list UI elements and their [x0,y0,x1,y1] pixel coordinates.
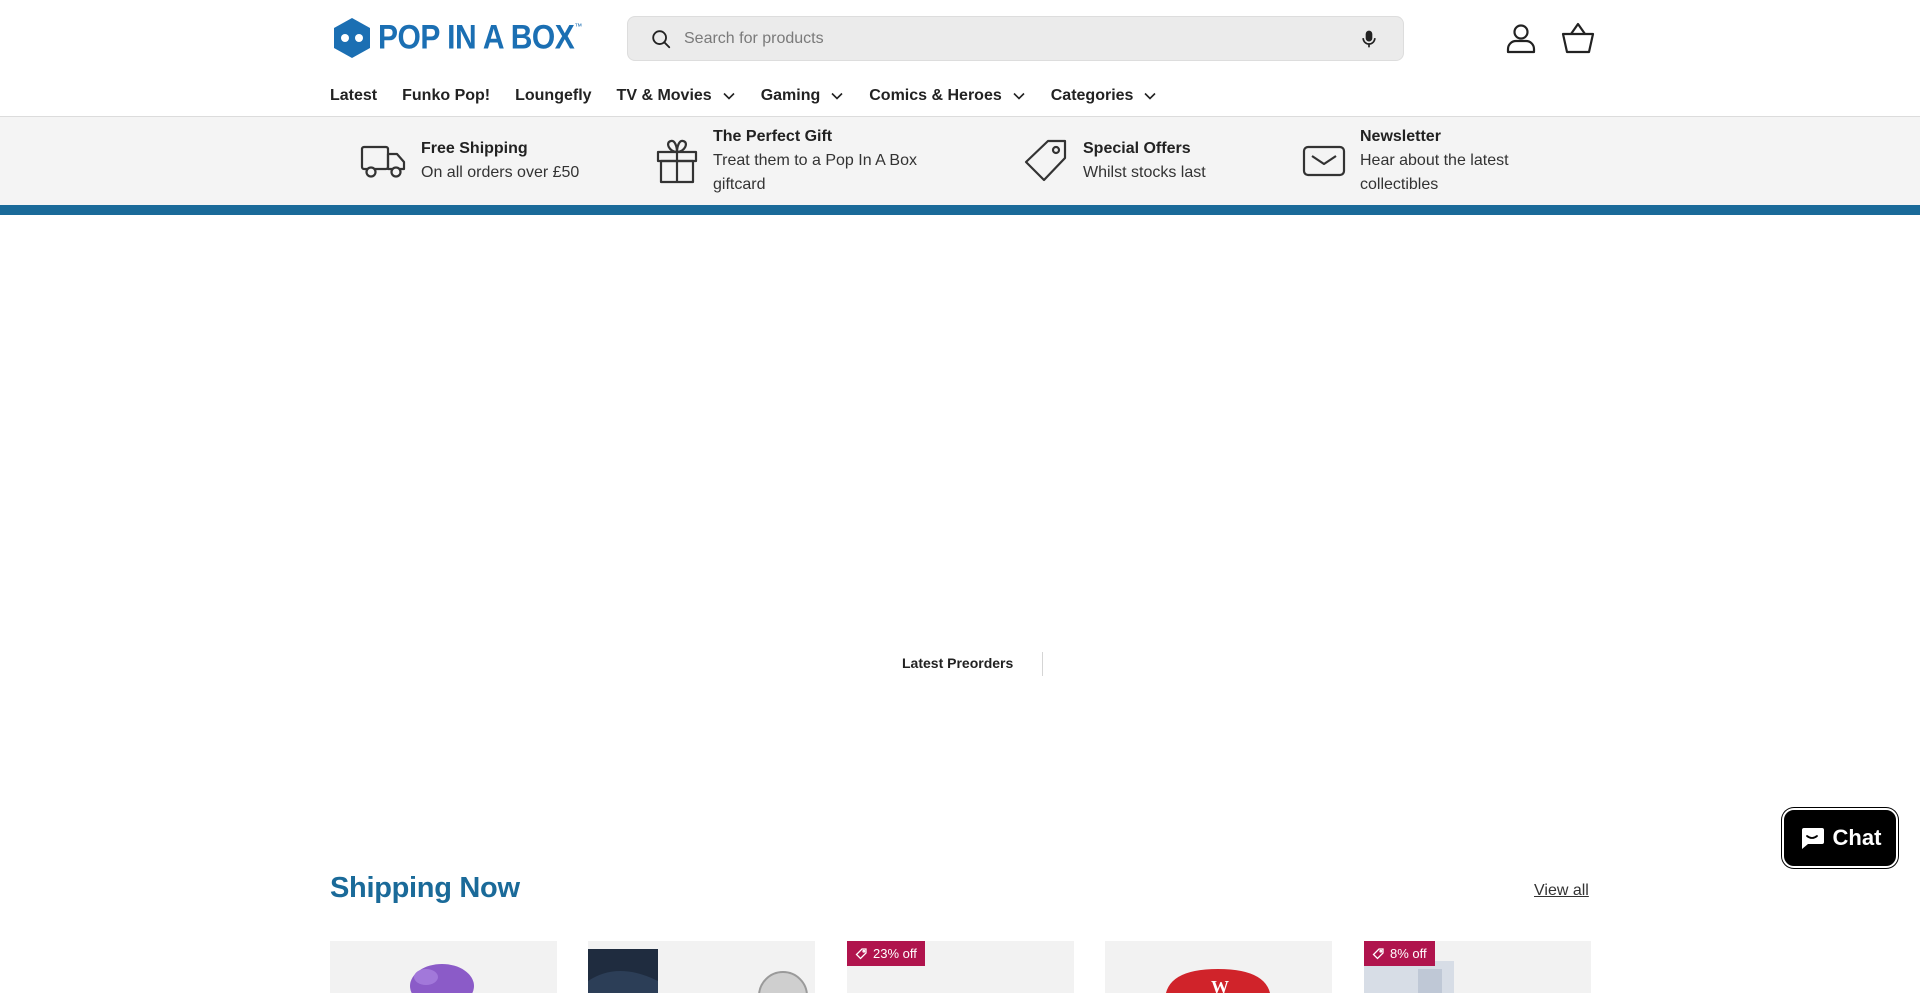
site-header: POP IN A BOX ™ Latest Funko Pop! Loungef… [0,0,1920,117]
basket-icon[interactable] [1561,22,1595,54]
search-icon[interactable] [650,28,672,50]
usp-subtitle: Whilst stocks last [1083,164,1206,181]
nav-item-latest[interactable]: Latest [330,87,377,105]
truck-icon [360,145,406,178]
chevron-down-icon [723,92,735,100]
product-card[interactable]: 8% off [1364,941,1591,993]
nav-item-categories[interactable]: Categories [1051,87,1158,105]
site-logo[interactable]: POP IN A BOX ™ [330,16,582,60]
product-image: W [1166,969,1270,993]
usp-title: Free Shipping [421,140,528,157]
nav-item-label: Funko Pop! [402,87,491,104]
mail-icon [1302,145,1346,177]
product-card[interactable]: 23% off [847,941,1074,993]
chat-label: Chat [1832,825,1882,850]
nav-item-label: Comics & Heroes [869,87,1002,104]
nav-item-gaming[interactable]: Gaming [761,87,845,105]
nav-item-tv-movies[interactable]: TV & Movies [617,87,736,105]
discount-badge-label: 8% off [1390,946,1427,961]
tab-latest-preorders[interactable]: Latest Preorders [902,651,1013,675]
usp-free-shipping: Free Shipping On all orders over £50 [360,117,611,205]
nav-item-label: Latest [330,87,378,104]
chat-button[interactable]: Chat [1782,808,1898,868]
product-card[interactable] [330,941,557,993]
nav-item-comics-heroes[interactable]: Comics & Heroes [869,87,1026,105]
logo-text: POP IN A BOX [378,18,575,57]
tab-divider [1042,652,1043,676]
usp-title: The Perfect Gift [713,128,833,145]
product-image [588,949,808,993]
nav-item-label: Loungefly [515,87,592,104]
microphone-icon[interactable] [1359,29,1379,49]
accent-stripe [0,205,1920,215]
section-title-shipping-now: Shipping Now [330,872,520,904]
product-card[interactable] [588,941,815,993]
box-logo-icon [334,18,370,58]
tag-icon [1024,139,1067,182]
nav-item-funko-pop[interactable]: Funko Pop! [402,87,490,105]
usp-title: Newsletter [1360,128,1441,145]
chevron-down-icon [1013,92,1025,100]
view-all-link[interactable]: View all [1534,882,1589,900]
account-icon[interactable] [1505,22,1537,54]
search-bar [627,16,1404,61]
tag-icon [1372,947,1384,959]
chevron-down-icon [1144,92,1157,100]
product-card[interactable]: W [1105,941,1332,993]
discount-badge: 8% off [1364,941,1435,966]
usp-newsletter[interactable]: Newsletter Hear about the latest collect… [1302,117,1550,205]
usp-subtitle: Hear about the latest collectibles [1360,152,1509,193]
usp-special-offers: Special Offers Whilst stocks last [1023,117,1253,205]
discount-badge: 23% off [847,941,925,966]
usp-title: Special Offers [1083,140,1191,157]
chat-bubble-icon [1801,828,1824,849]
nav-item-loungefly[interactable]: Loungefly [515,87,591,105]
product-image [410,964,474,993]
usp-subtitle: Treat them to a Pop In A Box giftcard [713,152,917,193]
main-navigation: Latest Funko Pop! Loungefly TV & Movies … [330,84,1182,108]
discount-badge-label: 23% off [873,946,917,961]
nav-item-label: Gaming [760,87,821,104]
logo-trademark: ™ [574,22,583,31]
usp-subtitle: On all orders over £50 [421,164,580,181]
chevron-down-icon [831,92,843,100]
search-input[interactable] [684,29,1344,48]
usp-perfect-gift: The Perfect Gift Treat them to a Pop In … [655,117,943,205]
svg-text:W: W [1211,977,1229,993]
tag-icon [855,947,867,959]
nav-item-label: Categories [1050,87,1134,104]
usp-bar: Free Shipping On all orders over £50 The… [0,117,1920,205]
gift-icon [656,139,698,184]
tab-label: Latest Preorders [902,655,1014,671]
nav-item-label: TV & Movies [616,87,712,104]
